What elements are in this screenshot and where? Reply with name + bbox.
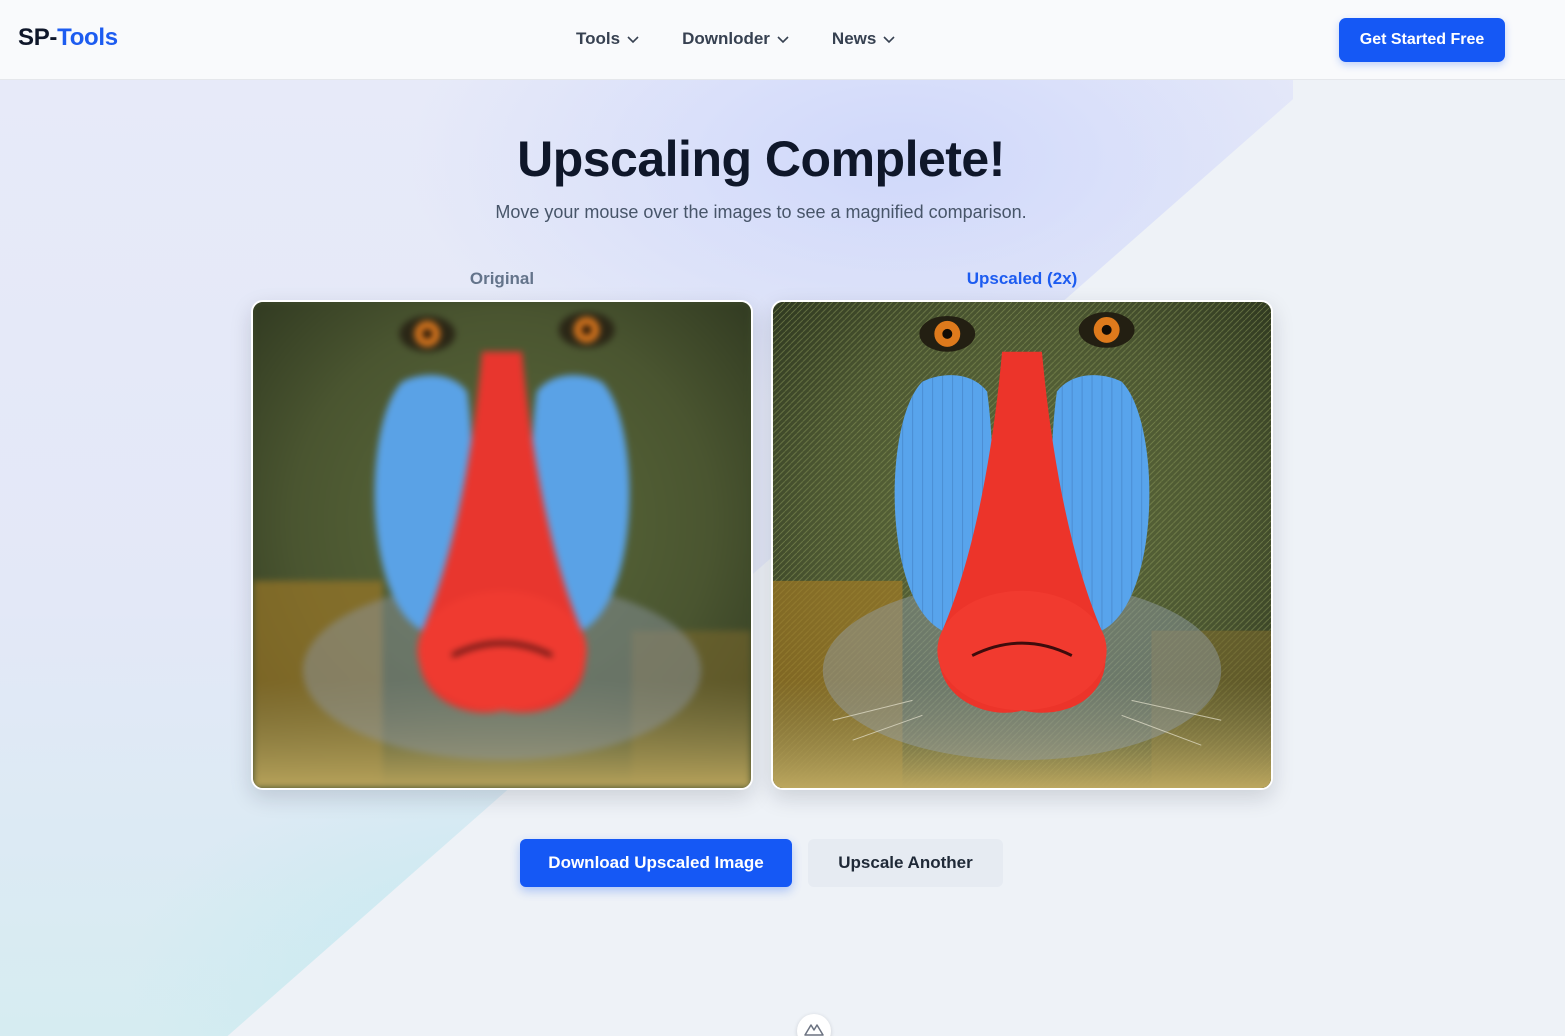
- original-label: Original: [469, 269, 535, 288]
- nav-item-news[interactable]: News: [832, 29, 896, 49]
- main-nav: Tools Downloder News: [576, 29, 896, 49]
- floating-badge[interactable]: [797, 1014, 831, 1036]
- mandrill-original-image: [253, 302, 751, 788]
- page-subtitle: Move your mouse over the images to see a…: [495, 202, 1027, 222]
- main-content: Upscaling Complete! Move your mouse over…: [0, 80, 1565, 1036]
- upscaled-image[interactable]: [771, 300, 1273, 790]
- chevron-down-icon: [627, 36, 639, 44]
- logo-text-tools: Tools: [57, 24, 118, 51]
- chevron-down-icon: [777, 36, 789, 44]
- page-title: Upscaling Complete!: [517, 131, 1005, 187]
- logo-text-sp: SP-: [18, 24, 58, 51]
- chevron-down-icon: [883, 36, 895, 44]
- site-header: SP-Tools Tools Downloder News Get Starte…: [0, 0, 1565, 80]
- site-logo[interactable]: SP-Tools: [18, 24, 118, 52]
- nav-item-label: Tools: [576, 29, 621, 48]
- nav-item-downloder[interactable]: Downloder: [682, 29, 790, 49]
- get-started-button[interactable]: Get Started Free: [1339, 18, 1505, 62]
- download-upscaled-button[interactable]: Download Upscaled Image: [520, 839, 792, 887]
- upscaled-label: Upscaled (2x): [966, 269, 1078, 288]
- mandrill-upscaled-image: [773, 302, 1271, 788]
- nav-item-label: News: [831, 29, 877, 48]
- nav-item-tools[interactable]: Tools: [576, 29, 640, 49]
- nav-item-label: Downloder: [682, 29, 770, 48]
- upscale-another-button[interactable]: Upscale Another: [808, 839, 1003, 887]
- original-image[interactable]: [251, 300, 753, 790]
- mountain-logo-icon: [804, 1024, 824, 1036]
